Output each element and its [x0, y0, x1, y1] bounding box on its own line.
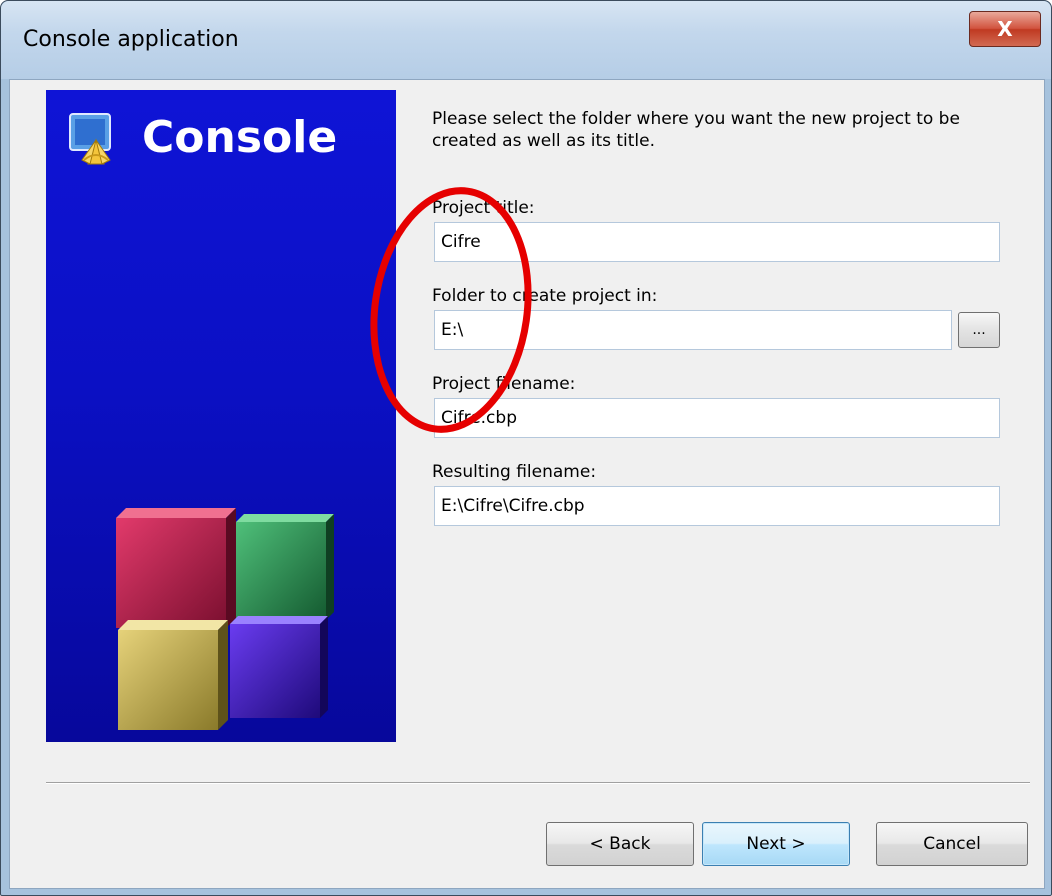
dialog-window: Console application X Console Please sel…	[0, 0, 1052, 896]
banner-title: Console	[142, 112, 338, 163]
title-bar[interactable]: Console application X	[1, 1, 1051, 79]
project-title-label: Project title:	[432, 198, 535, 218]
window-title: Console application	[23, 27, 239, 52]
footer-separator	[46, 782, 1030, 784]
close-button[interactable]: X	[969, 11, 1041, 47]
resulting-filename-field[interactable]	[434, 486, 1000, 526]
close-icon: X	[997, 17, 1013, 41]
next-button[interactable]: Next >	[702, 822, 850, 866]
project-title-field[interactable]	[434, 222, 1000, 262]
wizard-banner: Console	[46, 90, 396, 742]
project-filename-field[interactable]	[434, 398, 1000, 438]
code-blocks-logo-icon	[69, 113, 111, 165]
cancel-button[interactable]: Cancel	[876, 822, 1028, 866]
back-button[interactable]: < Back	[546, 822, 694, 866]
folder-label: Folder to create project in:	[432, 286, 658, 306]
browse-folder-button[interactable]: ...	[958, 312, 1000, 348]
folder-field[interactable]	[434, 310, 952, 350]
project-filename-label: Project filename:	[432, 374, 576, 394]
resulting-filename-label: Resulting filename:	[432, 462, 597, 482]
dialog-client-area: Console Please select the folder where y…	[9, 79, 1045, 889]
instructions-text: Please select the folder where you want …	[432, 109, 960, 151]
cubes-graphic	[116, 508, 334, 730]
